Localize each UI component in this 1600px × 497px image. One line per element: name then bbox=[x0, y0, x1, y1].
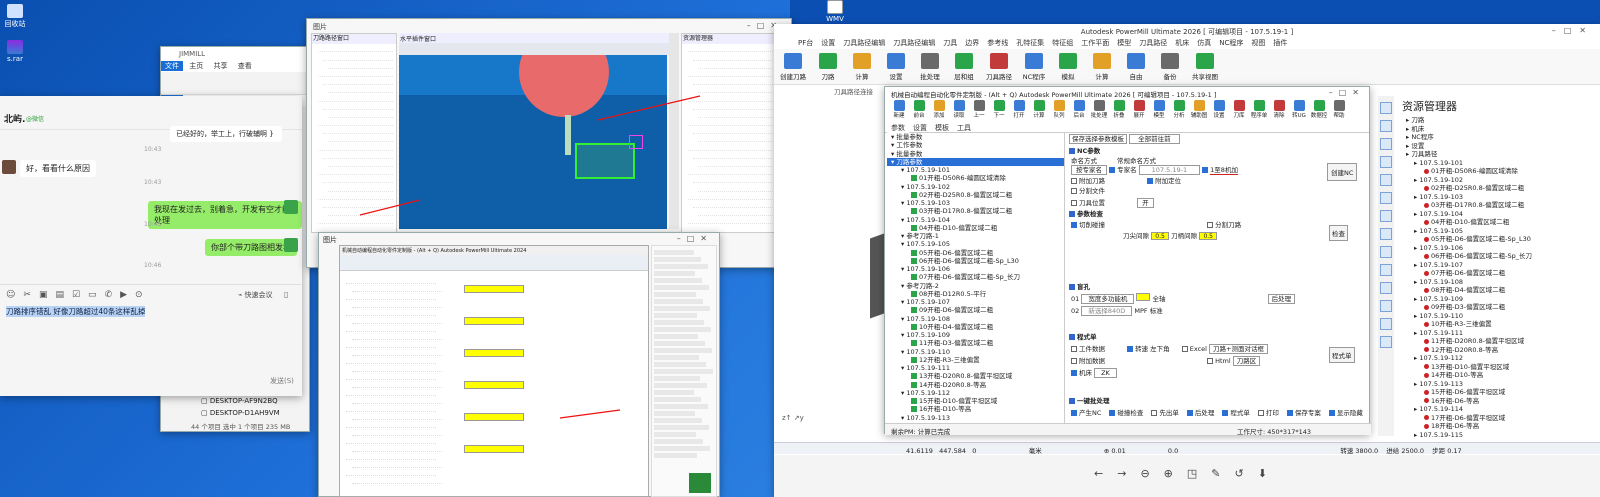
annotation-arrows bbox=[359, 95, 701, 419]
